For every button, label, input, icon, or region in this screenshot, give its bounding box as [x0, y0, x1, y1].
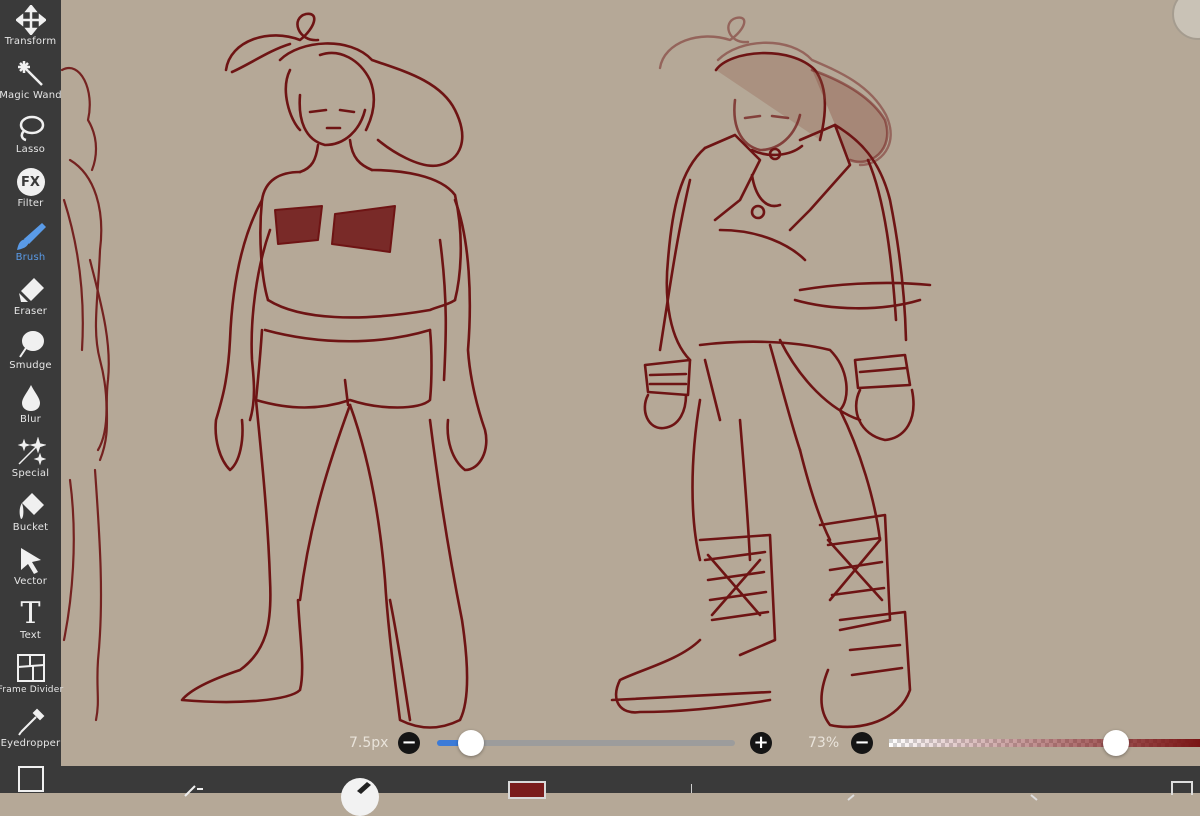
canvas-frame-icon	[15, 762, 47, 793]
smudge-icon	[15, 328, 47, 360]
separator	[691, 784, 692, 793]
tool-label: Magic Wand	[0, 90, 62, 101]
size-decrease-button[interactable]: −	[398, 732, 420, 754]
opacity-decrease-button[interactable]: −	[851, 732, 873, 754]
tool-label: Transform	[4, 36, 57, 47]
tool-blur[interactable]: Blur	[0, 378, 61, 432]
bucket-icon	[15, 490, 47, 522]
tool-label: Lasso	[15, 144, 46, 155]
tool-filter[interactable]: FX Filter	[0, 162, 61, 216]
tool-brush[interactable]: Brush	[0, 216, 61, 270]
brush-opacity-label: 73%	[808, 735, 840, 751]
tool-lasso[interactable]: Lasso	[0, 108, 61, 162]
tool-label: Text	[19, 630, 42, 641]
tool-label: Filter	[17, 198, 44, 209]
eraser-icon	[15, 274, 47, 306]
filter-fx-icon: FX	[15, 166, 47, 198]
tool-label: Bucket	[12, 522, 49, 533]
transform-icon	[15, 4, 47, 36]
tool-eyedropper[interactable]: Eyedropper	[0, 702, 61, 756]
tool-text[interactable]: T Text	[0, 594, 61, 648]
tool-special[interactable]: Special	[0, 432, 61, 486]
brush-size-thumb[interactable]	[458, 730, 484, 756]
tool-label: Brush	[15, 252, 46, 263]
tool-label: Smudge	[9, 360, 52, 371]
brush-icon	[15, 220, 47, 252]
vector-arrow-icon	[15, 544, 47, 576]
brush-size-label: 7.5px	[349, 735, 389, 751]
tool-label: Frame Divider	[0, 685, 64, 695]
tool-label: Vector	[13, 576, 48, 587]
special-sparkle-icon	[15, 436, 47, 468]
brush-opacity-slider[interactable]	[889, 739, 1200, 747]
blur-drop-icon	[15, 382, 47, 414]
tool-smudge[interactable]: Smudge	[0, 324, 61, 378]
frame-divider-icon	[15, 652, 47, 684]
tool-transform[interactable]: Transform	[0, 0, 61, 54]
tool-frame-divider[interactable]: Frame Divider	[0, 648, 64, 702]
tool-label: Special	[11, 468, 50, 479]
current-color-swatch[interactable]	[508, 781, 546, 799]
text-icon: T	[20, 596, 41, 631]
tool-eraser[interactable]: Eraser	[0, 270, 61, 324]
tool-sidebar: Transform Magic Wand Lasso FX Filter Bru…	[0, 0, 64, 793]
brush-preview-icon[interactable]	[341, 778, 379, 816]
magic-wand-icon	[15, 58, 47, 90]
tool-canvas-partial[interactable]	[0, 758, 61, 793]
bottom-toolbar	[61, 766, 1200, 816]
eyedropper-icon	[15, 706, 47, 738]
tool-label: Blur	[20, 414, 41, 425]
lasso-icon	[15, 112, 47, 144]
brush-opacity-thumb[interactable]	[1103, 730, 1129, 756]
tool-label: Eyedropper	[0, 738, 61, 749]
size-increase-button[interactable]: +	[750, 732, 772, 754]
tool-bucket[interactable]: Bucket	[0, 486, 61, 540]
undo-arrow-icon[interactable]	[846, 786, 856, 805]
brush-settings-icon[interactable]	[181, 782, 205, 801]
drawing-canvas[interactable]	[0, 0, 1200, 793]
tool-magic-wand[interactable]: Magic Wand	[0, 54, 62, 108]
tool-label: Eraser	[13, 306, 48, 317]
tool-vector[interactable]: Vector	[0, 540, 61, 594]
redo-arrow-icon[interactable]	[1029, 786, 1039, 805]
